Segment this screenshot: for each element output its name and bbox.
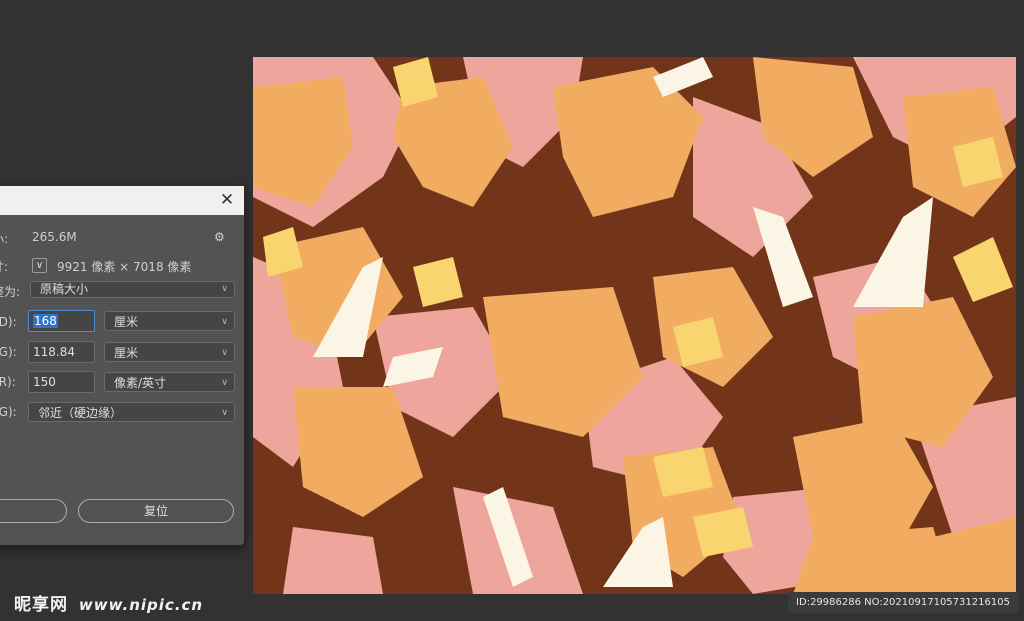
width-unit-select[interactable]: 厘米 ∨	[104, 311, 235, 331]
image-size-label: 大小:	[0, 232, 9, 246]
width-input[interactable]: 168	[28, 310, 95, 332]
reset-button[interactable]: 复位	[78, 499, 234, 523]
width-value: 168	[33, 314, 58, 328]
watermark-logo: 昵享网 www.nipic.cn	[14, 590, 203, 615]
height-unit-value: 厘米	[114, 346, 139, 360]
height-unit-select[interactable]: 厘米 ∨	[104, 342, 235, 362]
height-input[interactable]: 118.84	[28, 341, 95, 363]
chevron-down-icon: ∨	[221, 348, 228, 358]
height-label: (G):	[0, 345, 17, 359]
fit-to-select[interactable]: 原稿大小 ∨	[30, 281, 235, 298]
resample-select[interactable]: 邻近（硬边缘） ∨	[28, 402, 235, 422]
chevron-down-icon: ∨	[221, 378, 228, 388]
image-size-dialog: ✕ 大小: 265.6M ⚙ 尺寸: ∨ 9921 像素 × 7018 像素 调…	[0, 186, 244, 545]
resolution-unit-value: 像素/英寸	[114, 376, 167, 390]
image-size-value: 265.6M	[32, 230, 77, 244]
dimensions-label: 尺寸:	[0, 260, 9, 274]
gear-icon[interactable]: ⚙	[214, 230, 225, 244]
ok-button[interactable]: 定	[0, 499, 67, 523]
height-value: 118.84	[33, 345, 75, 359]
dimensions-toggle-chevron-icon[interactable]: ∨	[32, 258, 47, 273]
resolution-label: (R):	[0, 375, 16, 389]
dimensions-value: 9921 像素 × 7018 像素	[57, 260, 192, 274]
resolution-value: 150	[33, 375, 56, 389]
width-label: (D):	[0, 315, 17, 329]
chevron-down-icon: ∨	[221, 317, 228, 327]
reset-button-label: 复位	[143, 504, 168, 518]
watermark-id: ID:29986286 NO:20210917105731216105	[788, 592, 1018, 613]
watermark-url: www.nipic.cn	[78, 596, 204, 614]
watermark-logo-text: 昵享网	[14, 595, 68, 615]
chevron-down-icon: ∨	[221, 408, 228, 418]
document-canvas[interactable]	[253, 57, 1016, 594]
resolution-unit-select[interactable]: 像素/英寸 ∨	[104, 372, 235, 392]
pattern-artwork	[253, 57, 1016, 594]
resample-value: 邻近（硬边缘）	[38, 406, 123, 420]
resample-label: (G):	[0, 405, 17, 419]
close-icon[interactable]: ✕	[219, 192, 235, 209]
fit-to-label: 调整为:	[0, 285, 21, 299]
resolution-input[interactable]: 150	[28, 371, 95, 393]
chevron-down-icon: ∨	[221, 284, 228, 294]
dialog-titlebar: ✕	[0, 186, 244, 215]
fit-to-value: 原稿大小	[40, 282, 89, 296]
width-unit-value: 厘米	[114, 315, 139, 329]
